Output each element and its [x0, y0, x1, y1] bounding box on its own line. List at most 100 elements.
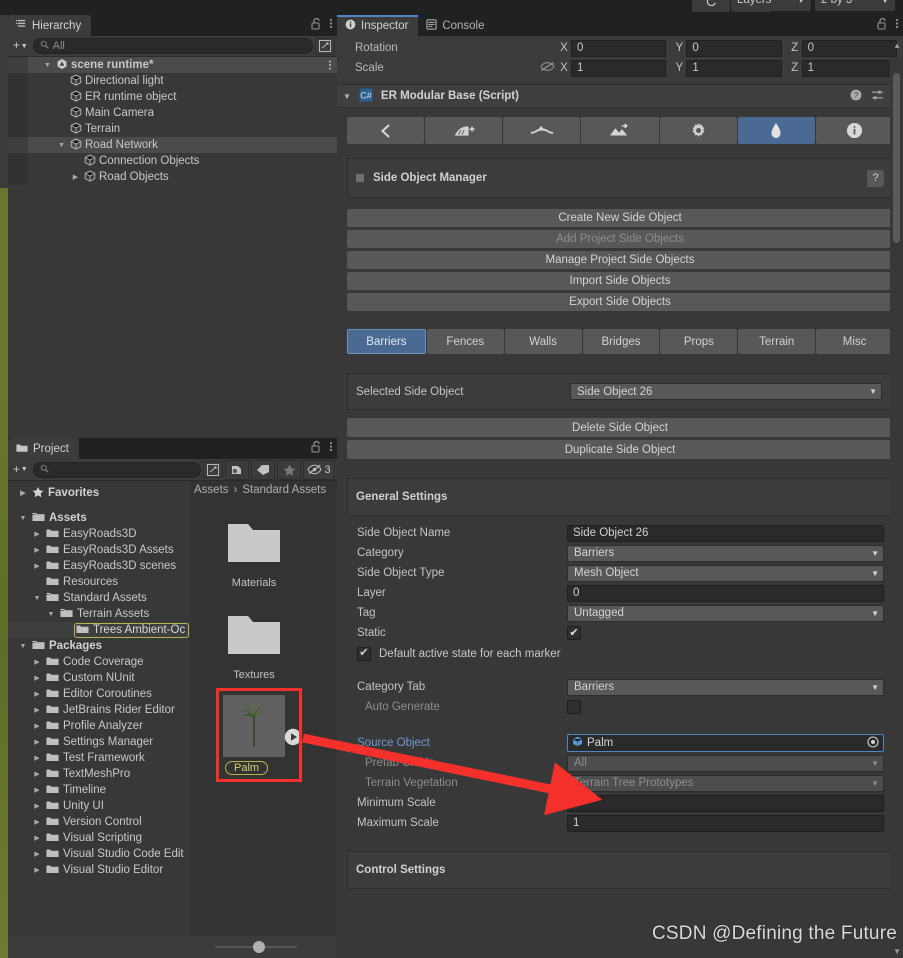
rotation-z-field[interactable]: 0 — [801, 39, 897, 57]
scale-z-field[interactable]: 1 — [801, 59, 897, 77]
side-object-manager-button[interactable]: Create New Side Object — [347, 209, 893, 227]
search-input[interactable]: All — [32, 38, 313, 54]
project-tree-row[interactable]: ▶ EasyRoads3D Assets — [8, 542, 190, 558]
chevron-right-icon[interactable]: ▶ — [32, 754, 42, 762]
lock-open-icon[interactable] — [877, 17, 888, 33]
kebab-menu-icon[interactable] — [895, 17, 899, 33]
hierarchy-row[interactable]: ER runtime object — [8, 89, 337, 105]
category-tab[interactable]: Barriers — [347, 329, 426, 354]
scroll-up-arrow-icon[interactable]: ▲ — [893, 41, 901, 50]
default-marker-state-checkbox[interactable]: ✔ — [357, 647, 371, 661]
chevron-down-icon[interactable]: ▼ — [42, 62, 53, 69]
project-tree-row[interactable]: ▼ Standard Assets — [8, 590, 190, 606]
property-text-input[interactable]: 0 — [567, 584, 884, 602]
hierarchy-row[interactable]: ▼ Road Network — [8, 137, 337, 153]
rotation-y-field[interactable]: 0 — [686, 39, 782, 57]
kebab-menu-icon[interactable] — [328, 59, 332, 74]
save-search-icon[interactable] — [203, 461, 223, 478]
project-tree-row[interactable]: ▶ Unity UI — [8, 798, 190, 814]
asset-grid-item[interactable]: Palm — [212, 693, 302, 775]
property-checkbox[interactable]: ✔ — [567, 626, 581, 640]
hierarchy-row[interactable]: ▶ Road Objects — [8, 169, 337, 185]
breadcrumb-item[interactable]: Standard Assets — [242, 484, 326, 496]
chevron-right-icon[interactable]: ▶ — [18, 489, 28, 497]
chevron-right-icon[interactable]: ▶ — [32, 562, 42, 570]
chevron-down-icon[interactable]: ▼ — [32, 595, 42, 602]
chevron-down-icon[interactable]: ▼ — [46, 611, 56, 618]
create-object-button[interactable]: + ▼ — [10, 40, 31, 52]
link-off-icon[interactable] — [537, 61, 557, 75]
project-tree-row[interactable]: ▶ Code Coverage — [8, 654, 190, 670]
chevron-down-icon[interactable]: ▼ — [56, 142, 67, 149]
project-tree-row[interactable]: ▶ Profile Analyzer — [8, 718, 190, 734]
property-text-input[interactable]: Side Object 26 — [567, 524, 884, 542]
property-text-input[interactable]: 1 — [567, 814, 884, 832]
breadcrumb-item[interactable]: Assets — [194, 484, 229, 496]
category-tab[interactable]: Misc — [816, 329, 894, 354]
chevron-right-icon[interactable]: ▶ — [70, 173, 81, 181]
tab-project[interactable]: Project — [8, 438, 79, 459]
chevron-down-icon[interactable]: ▼ — [18, 515, 28, 522]
project-tree-row[interactable]: ▶ Visual Studio Editor — [8, 862, 190, 878]
hierarchy-row[interactable]: Connection Objects — [8, 153, 337, 169]
tab-inspector[interactable]: Inspector — [337, 15, 419, 36]
scale-y-field[interactable]: 1 — [686, 59, 782, 77]
category-tab[interactable]: Props — [660, 329, 738, 354]
project-tree-row[interactable]: ▶ TextMeshPro — [8, 766, 190, 782]
chevron-right-icon[interactable]: ▶ — [32, 802, 42, 810]
chevron-right-icon[interactable]: ▶ — [32, 786, 42, 794]
project-folder-tree[interactable]: ▶ Favorites ▼ Assets ▶ EasyRoads3D ▶ EasyRoads3… — [8, 481, 190, 957]
kebab-menu-icon[interactable] — [329, 17, 333, 33]
er-mode-toolbar[interactable] — [347, 117, 893, 144]
side-object-manager-button[interactable]: Manage Project Side Objects — [347, 251, 893, 269]
side-object-action-button[interactable]: Delete Side Object — [347, 418, 893, 437]
scroll-down-arrow-icon[interactable]: ▼ — [893, 947, 901, 956]
tab-hierarchy[interactable]: Hierarchy — [8, 15, 92, 36]
tab-console[interactable]: Console — [418, 15, 494, 36]
project-tree-row[interactable]: ▶ EasyRoads3D — [8, 526, 190, 542]
property-dropdown[interactable]: Barriers ▼ — [567, 544, 884, 562]
chevron-right-icon[interactable]: ▶ — [32, 722, 42, 730]
side-object-action-button[interactable]: Duplicate Side Object — [347, 440, 893, 459]
chevron-right-icon[interactable]: ▶ — [32, 674, 42, 682]
hidden-packages-icon[interactable]: 3 — [303, 459, 335, 480]
favorites-star-icon[interactable] — [277, 459, 301, 480]
project-tree-row[interactable]: ▶ Timeline — [8, 782, 190, 798]
component-header-er-modular-base[interactable]: ▼ C# ER Modular Base (Script) ? — [337, 84, 903, 108]
project-tree-row[interactable]: ▶ Editor Coroutines — [8, 686, 190, 702]
hierarchy-tree[interactable]: ▼ scene runtime* Directional light ER runti… — [8, 57, 337, 438]
prefab-play-icon[interactable] — [284, 728, 302, 749]
property-dropdown[interactable]: Untagged ▼ — [567, 604, 884, 622]
layout-dropdown[interactable]: 2 by 3 ▼ — [815, 0, 895, 11]
back-chevron-icon[interactable] — [347, 117, 425, 144]
asset-grid-item[interactable]: Textures — [212, 601, 296, 681]
side-object-manager-button[interactable]: Export Side Objects — [347, 293, 893, 311]
category-tab[interactable]: Bridges — [582, 329, 660, 354]
asset-zoom-slider[interactable] — [8, 936, 337, 958]
side-object-manager-button[interactable]: Import Side Objects — [347, 272, 893, 290]
project-tree-row[interactable]: ▶ JetBrains Rider Editor — [8, 702, 190, 718]
project-tree-row[interactable]: ▶ Version Control — [8, 814, 190, 830]
category-tab-strip[interactable]: Barriers Fences Walls Bridges Props Terrain Mi… — [347, 329, 894, 354]
property-dropdown[interactable]: Barriers ▼ — [567, 678, 884, 696]
lock-open-icon[interactable] — [311, 17, 322, 33]
info-circle-icon[interactable] — [815, 117, 893, 144]
category-tab[interactable]: Fences — [426, 329, 504, 354]
project-tree-row[interactable]: ▶ Settings Manager — [8, 734, 190, 750]
undo-icon[interactable] — [692, 0, 730, 12]
chevron-right-icon[interactable]: ▶ — [32, 818, 42, 826]
project-tree-row[interactable]: ▶ Test Framework — [8, 750, 190, 766]
hierarchy-row[interactable]: Terrain — [8, 121, 337, 137]
chevron-right-icon[interactable]: ▶ — [32, 706, 42, 714]
add-road-icon[interactable] — [425, 117, 503, 144]
project-tree-row[interactable]: ▼ Packages — [8, 638, 190, 654]
chevron-right-icon[interactable]: ▶ — [32, 834, 42, 842]
hierarchy-row[interactable]: Main Camera — [8, 105, 337, 121]
filter-by-label-icon[interactable] — [251, 459, 275, 480]
rotation-x-field[interactable]: 0 — [571, 39, 667, 57]
terrain-add-icon[interactable] — [581, 117, 659, 144]
create-asset-button[interactable]: + ▼ — [10, 464, 31, 476]
chevron-right-icon[interactable]: ▶ — [32, 866, 42, 874]
layers-dropdown[interactable]: Layers ▼ — [731, 0, 811, 11]
chevron-right-icon[interactable]: ▶ — [32, 690, 42, 698]
